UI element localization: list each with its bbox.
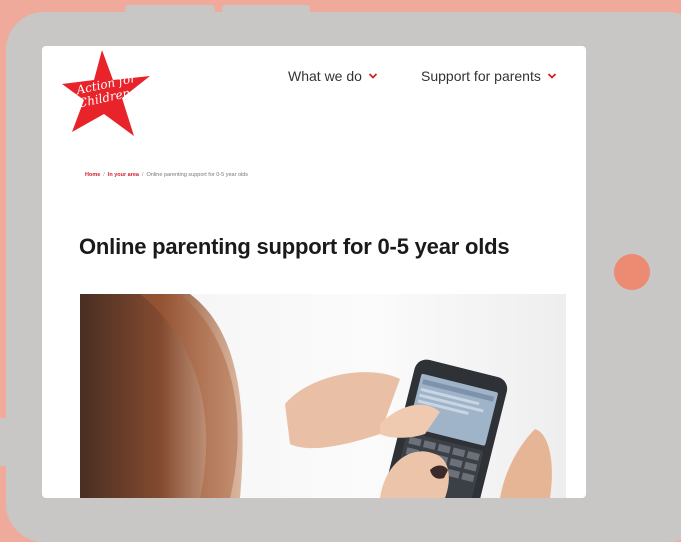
tablet-side-notch xyxy=(0,418,6,466)
chevron-down-icon xyxy=(547,73,556,79)
nav-item-support-for-parents[interactable]: Support for parents xyxy=(421,68,557,84)
breadcrumb: Home / In your area / Online parenting suppo… xyxy=(85,172,248,178)
page-title: Online parenting support for 0-5 year ol… xyxy=(79,234,510,259)
breadcrumb-current: Online parenting support for 0-5 year ol… xyxy=(146,172,249,178)
nav-item-what-we-do[interactable]: What we do xyxy=(288,68,378,84)
hero-image xyxy=(80,294,566,498)
tablet-top-button xyxy=(125,5,215,14)
nav-item-label: Support for parents xyxy=(421,68,541,84)
breadcrumb-home-link[interactable]: Home xyxy=(85,172,100,178)
breadcrumb-area-link[interactable]: In your area xyxy=(108,172,139,178)
tablet-top-button xyxy=(222,5,310,14)
nav-item-label: What we do xyxy=(288,68,362,84)
tablet-home-button[interactable] xyxy=(614,254,650,290)
action-for-children-logo[interactable]: Action for Children xyxy=(60,46,156,142)
device-screen: Action for Children What we do Support f… xyxy=(42,46,586,498)
breadcrumb-separator: / xyxy=(103,172,105,178)
chevron-down-icon xyxy=(368,73,378,79)
breadcrumb-separator: / xyxy=(142,172,144,178)
